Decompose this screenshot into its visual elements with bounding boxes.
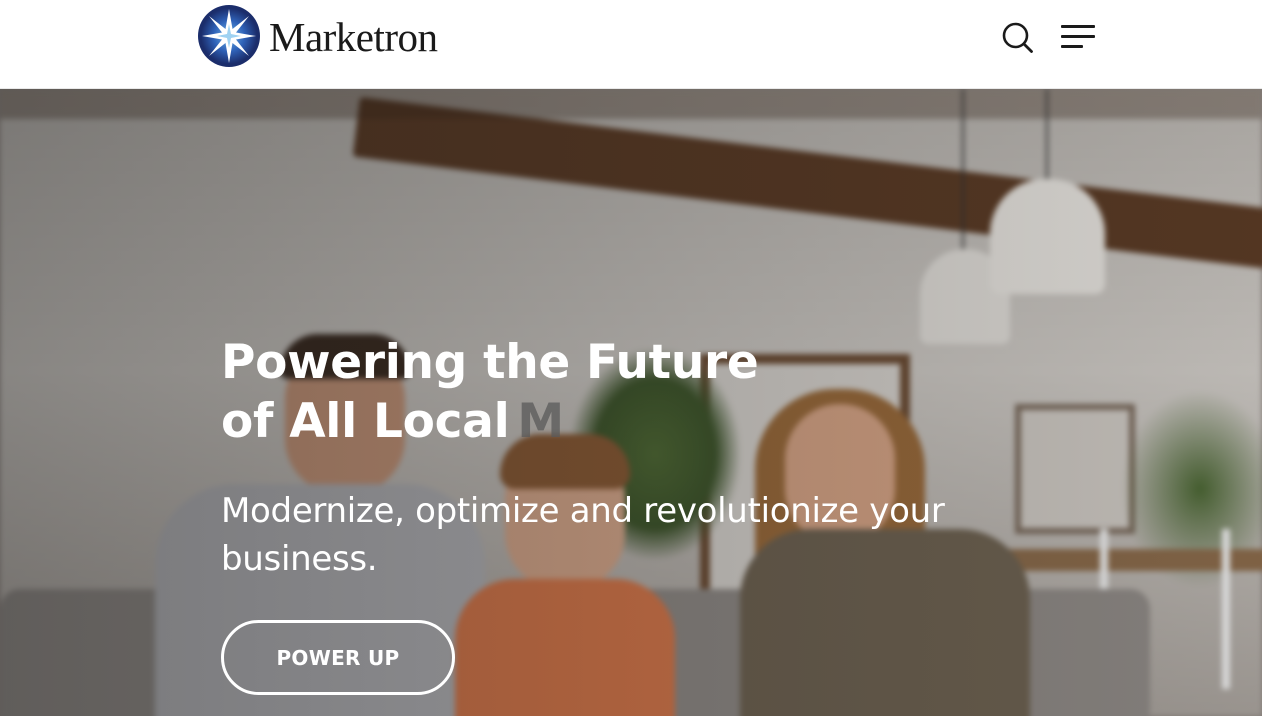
brand-name: Marketron <box>269 13 438 60</box>
hero-title: Powering the Future of All Local M <box>221 333 759 451</box>
search-icon <box>1002 22 1033 53</box>
marketron-logo[interactable]: Marketron <box>197 4 438 68</box>
hamburger-menu-icon-bar <box>1061 45 1083 48</box>
hero-section: Powering the Future of All Local M Modern… <box>0 89 1262 716</box>
power-up-button[interactable]: POWER UP <box>221 620 455 695</box>
hero-title-typed-word: M <box>517 394 564 449</box>
site-header: Marketron <box>0 0 1262 89</box>
hero-subtitle: Modernize, optimize and revolutionize yo… <box>221 491 945 579</box>
marketron-star-logo-icon <box>198 5 260 67</box>
hamburger-menu-icon-bar <box>1061 35 1095 38</box>
hamburger-menu-button[interactable] <box>1059 22 1097 52</box>
search-button[interactable] <box>1000 20 1036 56</box>
hero-title-line-1: Powering the Future <box>221 335 759 390</box>
hero-title-line-2: of All Local <box>221 394 510 449</box>
hamburger-menu-icon <box>1061 25 1095 28</box>
